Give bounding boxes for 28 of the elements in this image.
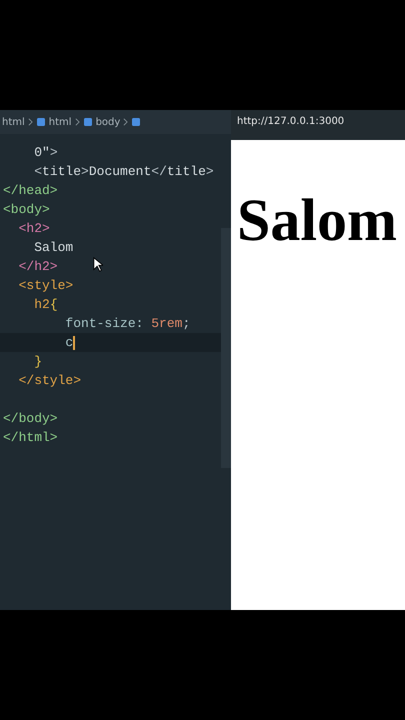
- code-line: </h2>: [18, 259, 58, 274]
- code-line: 0">: [33, 145, 58, 160]
- url-field[interactable]: http://127.0.0.1:3000: [231, 110, 405, 134]
- code-line: </style>: [18, 373, 82, 388]
- breadcrumb-item[interactable]: html: [48, 116, 72, 128]
- chevron-icon: [28, 118, 33, 126]
- breadcrumb-item[interactable]: html: [2, 116, 25, 128]
- cube-icon: [36, 117, 46, 127]
- page-heading: Salom: [237, 190, 398, 250]
- code-line: <body>: [3, 202, 50, 217]
- breadcrumb-item[interactable]: body: [96, 116, 120, 128]
- scrollbar[interactable]: [221, 228, 231, 468]
- code-line: </html>: [3, 430, 58, 445]
- mouse-pointer-icon: [93, 257, 103, 272]
- code-line: <style>: [18, 278, 74, 293]
- code-line: </body>: [3, 411, 58, 426]
- cube-icon: [131, 117, 142, 127]
- code-line: </head>: [3, 183, 58, 198]
- code-line: <h2>: [18, 221, 50, 236]
- chevron-icon: [123, 118, 128, 126]
- code-line: font-size: 5rem;: [64, 316, 190, 331]
- code-line: Salom: [33, 240, 74, 255]
- code-line: }: [33, 354, 42, 369]
- code-line: c: [64, 335, 76, 350]
- chevron-icon: [74, 118, 80, 126]
- cube-icon: [82, 117, 93, 127]
- code-line: <title>Document</title>: [33, 164, 214, 179]
- code-line: h2{: [33, 297, 58, 312]
